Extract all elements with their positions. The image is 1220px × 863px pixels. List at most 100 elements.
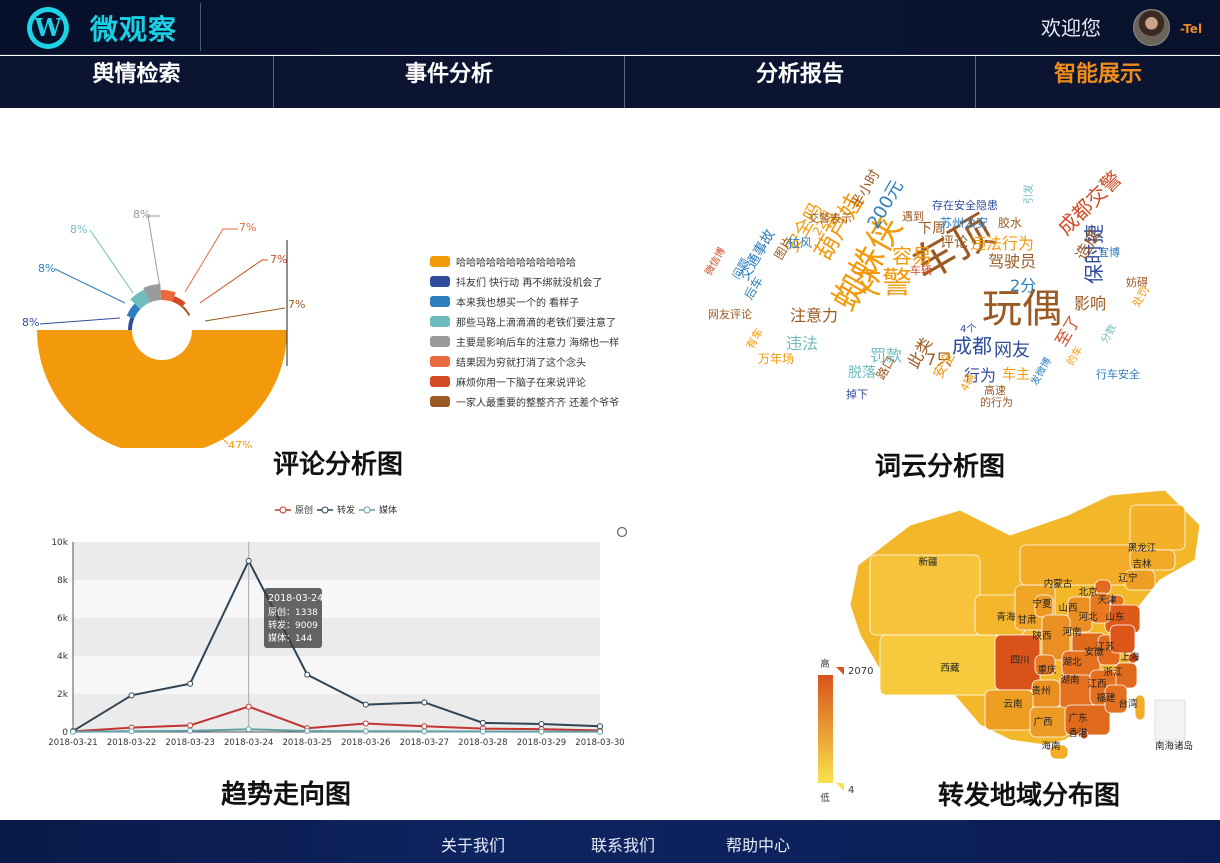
series-point[interactable]	[421, 699, 428, 706]
legend-label[interactable]: 本来我也想买一个的 看样子	[456, 296, 579, 309]
series-point[interactable]	[187, 727, 194, 734]
pie-slice[interactable]	[181, 305, 191, 316]
province-label: 湖北	[1062, 657, 1082, 668]
map-province[interactable]	[984, 689, 1034, 731]
word-cloud-term[interactable]: 发微博	[1026, 354, 1054, 387]
series-point[interactable]	[479, 719, 486, 726]
series-point[interactable]	[70, 728, 76, 735]
legend-label[interactable]: 抖友们 快行动 再不绑就没机会了	[456, 276, 602, 289]
series-point[interactable]	[128, 728, 135, 735]
visual-map-handle-top[interactable]	[836, 667, 844, 675]
series-point[interactable]	[421, 728, 428, 735]
province-label: 天津	[1097, 595, 1117, 606]
word-cloud-term[interactable]: 交警表示	[808, 210, 852, 226]
word-cloud-term[interactable]: 影响	[1074, 290, 1106, 314]
legend-swatch[interactable]	[430, 356, 450, 367]
legend-swatch[interactable]	[430, 336, 450, 347]
legend-label[interactable]: 主要是影响后车的注意力 海绵也一样	[456, 336, 619, 349]
word-cloud-term[interactable]: 分数	[1096, 321, 1119, 346]
nav-tab-smart-display[interactable]: 智能展示	[976, 56, 1220, 108]
nav-tab-report[interactable]: 分析报告	[625, 56, 975, 108]
legend-label[interactable]: 哈哈哈哈哈哈哈哈哈哈哈哈	[456, 256, 576, 269]
series-point[interactable]	[245, 726, 252, 733]
legend-marker[interactable]	[279, 506, 287, 514]
word-cloud-term[interactable]: 引发	[1020, 184, 1035, 204]
word-cloud-term[interactable]: 驾驶员	[988, 248, 1036, 272]
legend-label[interactable]: 一家人最重要的整整齐齐 还差个爷爷	[456, 396, 619, 409]
footer-link-help[interactable]: 帮助中心	[726, 832, 790, 856]
pie-slice[interactable]	[37, 330, 287, 448]
footer-link-contact[interactable]: 联系我们	[591, 832, 655, 856]
nav-tab-search[interactable]: 舆情检索	[0, 56, 273, 108]
word-cloud-term[interactable]: 胶水	[998, 214, 1022, 231]
word-cloud-term[interactable]: 宜博	[1098, 244, 1120, 260]
legend-label[interactable]: 原创	[295, 504, 313, 516]
word-cloud-term[interactable]: 拉风	[788, 234, 812, 251]
province-label: 西藏	[940, 662, 960, 674]
legend-swatch[interactable]	[430, 256, 450, 267]
user-avatar[interactable]	[1133, 9, 1170, 46]
word-cloud-term[interactable]: 存在安全隐患	[932, 197, 998, 213]
series-point[interactable]	[304, 728, 311, 735]
legend-swatch[interactable]	[430, 276, 450, 287]
series-point[interactable]	[128, 692, 135, 699]
word-cloud-term[interactable]: 掉下	[846, 386, 868, 402]
word-cloud-term[interactable]: 网友	[994, 336, 1030, 362]
word-cloud-term[interactable]: 遇到	[902, 208, 924, 224]
brand-divider	[200, 3, 201, 51]
footer-link-about[interactable]: 关于我们	[441, 832, 505, 856]
word-cloud-term[interactable]: 万年场	[758, 350, 794, 367]
series-point[interactable]	[597, 728, 603, 735]
series-point[interactable]	[421, 723, 428, 730]
legend-swatch[interactable]	[430, 376, 450, 387]
word-cloud-term[interactable]: 车主	[1002, 364, 1030, 384]
pie-percent-label: 8%	[38, 262, 55, 275]
series-point[interactable]	[304, 671, 311, 678]
word-cloud-term[interactable]: 有车	[742, 325, 767, 352]
legend-swatch[interactable]	[430, 316, 450, 327]
legend-swatch[interactable]	[430, 396, 450, 407]
legend-label[interactable]: 转发	[337, 504, 355, 516]
legend-marker[interactable]	[363, 506, 371, 514]
pie-slice[interactable]	[172, 296, 186, 308]
comment-pie-chart: 47% 8% 8% 8% 8% 7% 7% 7% 哈哈哈哈哈哈哈哈哈哈哈哈抖友们 快行动 再不绑…	[22, 208, 619, 448]
word-cloud-term[interactable]: 脱落	[848, 362, 876, 382]
user-name[interactable]: -Tel	[1180, 22, 1202, 36]
word-cloud-term[interactable]: 行车安全	[1096, 366, 1140, 382]
series-point[interactable]	[187, 680, 194, 687]
series-point[interactable]	[362, 728, 369, 735]
series-point[interactable]	[538, 721, 545, 728]
word-cloud-term[interactable]: 微信博	[700, 244, 728, 277]
series-point[interactable]	[245, 557, 252, 564]
series-point[interactable]	[479, 728, 486, 735]
legend-label[interactable]: 那些马路上滴滴滴的老铁们要注意了	[456, 316, 616, 329]
visual-map-bar[interactable]	[818, 675, 833, 783]
pie-percent-label: 8%	[133, 208, 150, 221]
series-point[interactable]	[187, 722, 194, 729]
grid-band	[73, 656, 600, 694]
word-cloud-term[interactable]: 车辆	[910, 262, 932, 278]
legend-marker[interactable]	[321, 506, 329, 514]
series-point[interactable]	[245, 703, 252, 710]
word-cloud-term[interactable]: 4个	[960, 320, 976, 335]
word-cloud-term[interactable]: 注意力	[790, 302, 838, 326]
refresh-icon[interactable]	[616, 526, 628, 538]
legend-label[interactable]: 结果因为穷就打消了这个念头	[456, 356, 586, 369]
word-cloud-term[interactable]: 的行为	[980, 394, 1013, 410]
legend-label[interactable]: 麻烦你用一下脑子在来说评论	[456, 376, 586, 389]
series-point[interactable]	[597, 723, 603, 730]
nav-tab-event-analysis[interactable]: 事件分析	[274, 56, 624, 108]
legend-swatch[interactable]	[430, 296, 450, 307]
word-cloud-term[interactable]: 2分	[1010, 272, 1036, 296]
word-cloud-term[interactable]: 网友评论	[708, 306, 752, 322]
series-point[interactable]	[362, 720, 369, 727]
visual-map-handle-bottom[interactable]	[836, 783, 844, 791]
pie-slice[interactable]	[128, 317, 135, 330]
series-point[interactable]	[538, 728, 545, 735]
word-cloud-term[interactable]: 苏州公安	[940, 214, 988, 231]
legend-label[interactable]: 媒体	[379, 504, 397, 516]
province-label: 台湾	[1118, 698, 1138, 710]
brand-logo-icon[interactable]: W	[27, 7, 69, 49]
tooltip-line: 媒体：144	[268, 632, 312, 644]
series-point[interactable]	[362, 701, 369, 708]
